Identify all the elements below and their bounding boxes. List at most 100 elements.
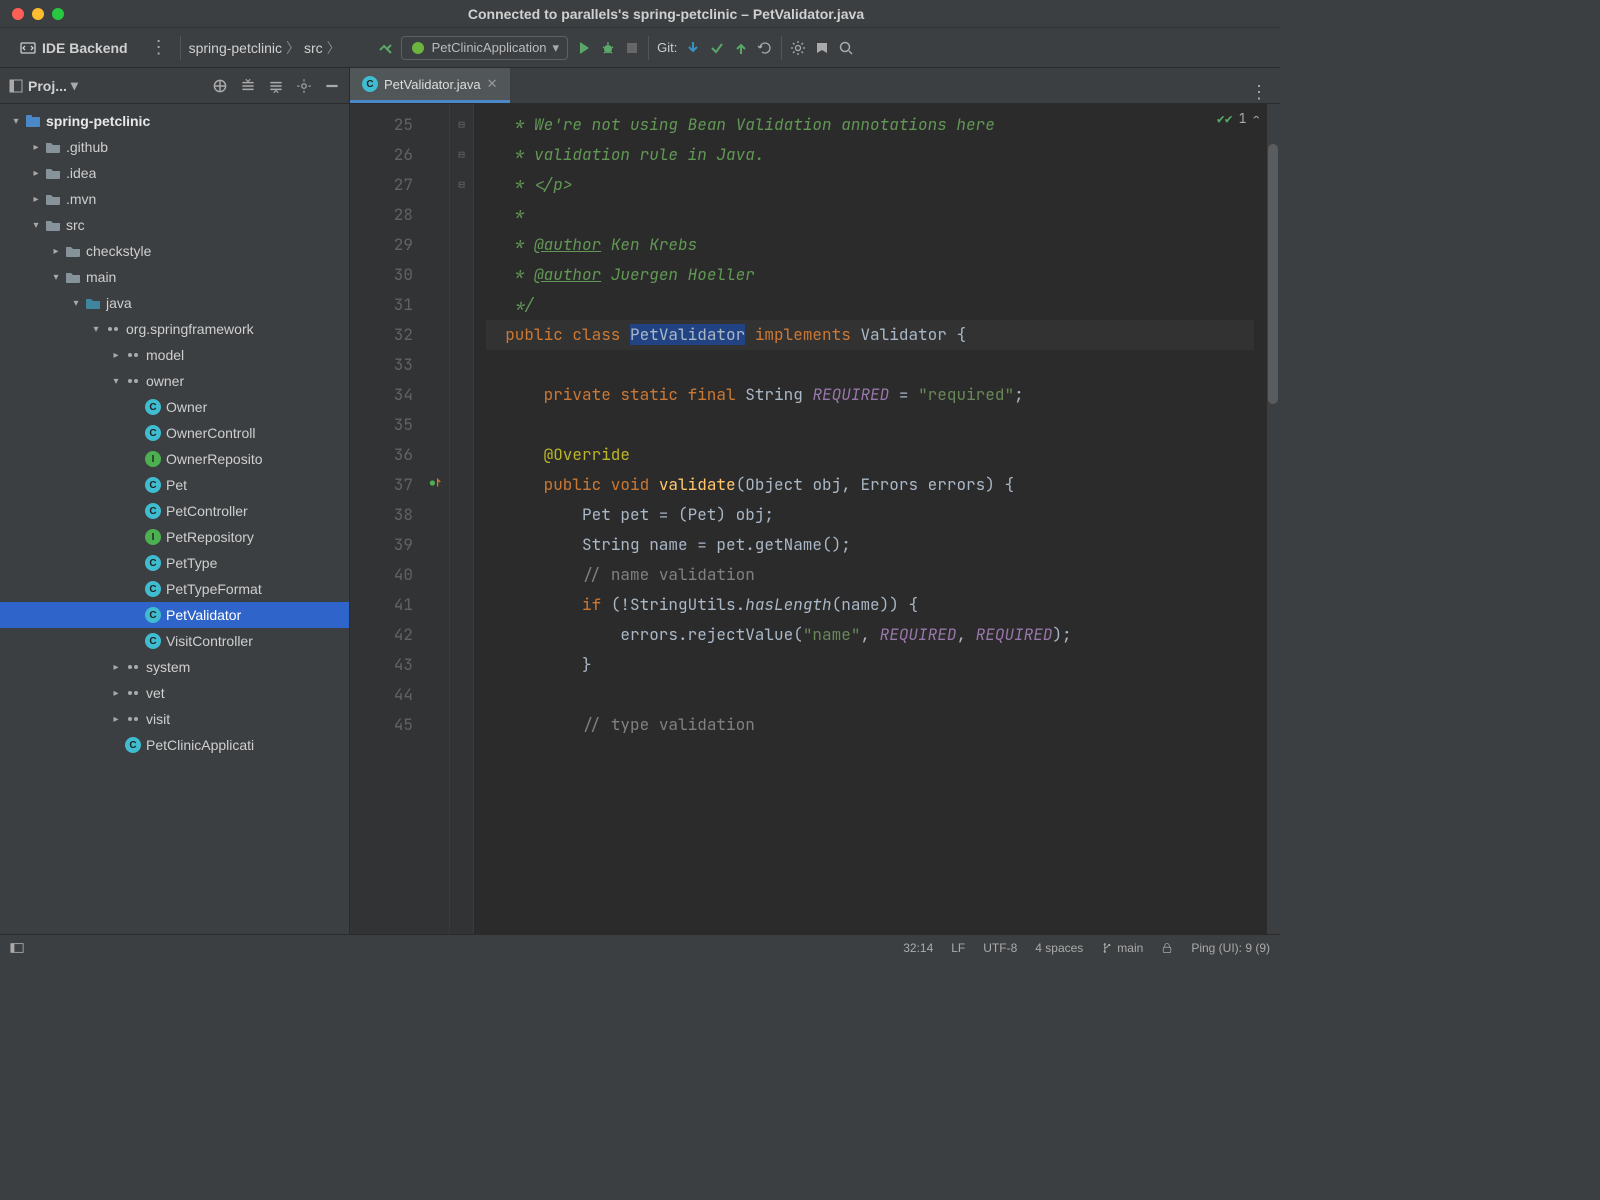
editor-scrollbar[interactable] [1266,104,1280,934]
tree-item[interactable]: CPetController [0,498,349,524]
chevron-right-icon: 〉 [286,38,300,58]
tree-item[interactable]: ▾ owner [0,368,349,394]
chevron-down-icon[interactable]: ▾ [28,220,44,231]
chevron-right-icon[interactable]: ▸ [28,168,44,179]
run-icon[interactable] [576,40,592,56]
tree-item[interactable]: CPet [0,472,349,498]
chevron-right-icon[interactable]: ▸ [108,350,124,361]
git-branch[interactable]: main [1101,941,1143,955]
build-icon[interactable] [377,40,393,56]
minimize-window-icon[interactable] [32,8,44,20]
tree-item[interactable]: ▾ src [0,212,349,238]
read-only-icon[interactable] [1161,942,1173,954]
breadcrumb-item[interactable]: src [304,40,323,56]
chevron-right-icon[interactable]: ▸ [108,688,124,699]
tree-item[interactable]: ▸system [0,654,349,680]
tree-item-label: src [66,217,85,233]
tree-item[interactable]: ▾spring-petclinic [0,108,349,134]
line-separator[interactable]: LF [951,941,965,955]
breadcrumb-item[interactable]: spring-petclinic [189,40,282,56]
code-editor[interactable]: 2526272829303132333435363738394041424344… [350,104,1280,934]
git-push-icon[interactable] [733,40,749,56]
tree-item[interactable]: IOwnerReposito [0,446,349,472]
chevron-right-icon[interactable]: ▸ [108,714,124,725]
chevron-right-icon[interactable]: ▸ [28,142,44,153]
chevron-down-icon[interactable]: ▾ [108,376,124,387]
chevron-right-icon: 〉 [327,38,341,58]
titlebar: Connected to parallels's spring-petclini… [0,0,1280,28]
close-tab-icon[interactable]: ✕ [487,76,498,92]
fold-column[interactable]: ⊟⊟⊟ [450,104,474,934]
ping-status[interactable]: Ping (UI): 9 (9) [1191,941,1270,955]
code-with-me-icon[interactable] [814,40,830,56]
tree-item-label: OwnerReposito [166,451,263,467]
tree-item[interactable]: ▾org.springframework [0,316,349,342]
file-encoding[interactable]: UTF-8 [983,941,1017,955]
caret-position[interactable]: 32:14 [903,941,933,955]
tree-item[interactable]: ▸ visit [0,706,349,732]
code-area[interactable]: * We're not using Bean Validation annota… [474,104,1266,934]
tool-windows-icon[interactable] [10,941,24,955]
tree-item-label: java [106,295,132,311]
stop-icon[interactable] [624,40,640,56]
tool-settings-icon[interactable] [295,77,313,95]
history-icon[interactable] [757,40,773,56]
toolbar-separator [648,36,649,60]
tree-item-label: visit [146,711,170,727]
chevron-right-icon[interactable]: ▸ [28,194,44,205]
tree-item-label: PetValidator [166,607,241,623]
tree-item[interactable]: ▸.idea [0,160,349,186]
iface-icon: I [144,451,162,467]
tree-item[interactable]: CPetTypeFormat [0,576,349,602]
close-window-icon[interactable] [12,8,24,20]
tree-item-label: owner [146,373,184,389]
collapse-all-icon[interactable] [267,77,285,95]
tree-item[interactable]: CPetType [0,550,349,576]
project-tree[interactable]: ▾spring-petclinic▸.github▸.idea▸.mvn ▾ src… [0,104,349,934]
tree-item[interactable]: ▸model [0,342,349,368]
tree-item[interactable]: ▾ java [0,290,349,316]
tree-item[interactable]: ▸.mvn [0,186,349,212]
chevron-down-icon[interactable]: ▾ [88,324,104,335]
expand-all-icon[interactable] [239,77,257,95]
debug-icon[interactable] [600,40,616,56]
tree-item[interactable]: ▾main [0,264,349,290]
tree-item-label: PetController [166,503,248,519]
editor-tab[interactable]: C PetValidator.java ✕ [350,68,510,103]
indent-settings[interactable]: 4 spaces [1035,941,1083,955]
git-pull-icon[interactable] [685,40,701,56]
chevron-right-icon[interactable]: ▸ [48,246,64,257]
project-title[interactable]: Proj... ▾ [8,77,78,94]
hide-tool-window-icon[interactable] [323,77,341,95]
chevron-down-icon[interactable]: ▾ [48,272,64,283]
tree-item[interactable]: CPetClinicApplicati [0,732,349,758]
chevron-down-icon[interactable]: ▾ [68,298,84,309]
tree-item[interactable]: ▸.github [0,134,349,160]
tab-menu-icon[interactable]: ⋮ [1238,82,1280,103]
chevron-up-icon[interactable]: ⌃ [1252,110,1260,127]
chevron-right-icon[interactable]: ▸ [108,662,124,673]
class-icon: C [144,607,162,623]
chevron-down-icon: ▾ [553,40,560,56]
gutter[interactable]: 2526272829303132333435363738394041424344… [350,104,450,934]
chevron-down-icon[interactable]: ▾ [8,116,24,127]
tree-item[interactable]: COwnerControll [0,420,349,446]
tree-item[interactable]: ▸checkstyle [0,238,349,264]
ide-backend-menu-icon[interactable]: ⋮ [146,37,172,58]
select-opened-file-icon[interactable] [211,77,229,95]
scroll-thumb[interactable] [1268,144,1278,404]
settings-icon[interactable] [790,40,806,56]
tree-item[interactable]: COwner [0,394,349,420]
tree-item[interactable]: IPetRepository [0,524,349,550]
git-commit-icon[interactable] [709,40,725,56]
ide-backend-button[interactable]: IDE Backend [10,36,138,60]
run-config-selector[interactable]: PetClinicApplication ▾ [401,36,568,60]
tree-item[interactable]: CPetValidator [0,602,349,628]
maximize-window-icon[interactable] [52,8,64,20]
search-icon[interactable] [838,40,854,56]
tree-item[interactable]: CVisitController [0,628,349,654]
spring-icon [410,40,426,56]
tree-item[interactable]: ▸vet [0,680,349,706]
toolbar-separator [180,36,181,60]
editor-tabs: C PetValidator.java ✕ ⋮ [350,68,1280,104]
